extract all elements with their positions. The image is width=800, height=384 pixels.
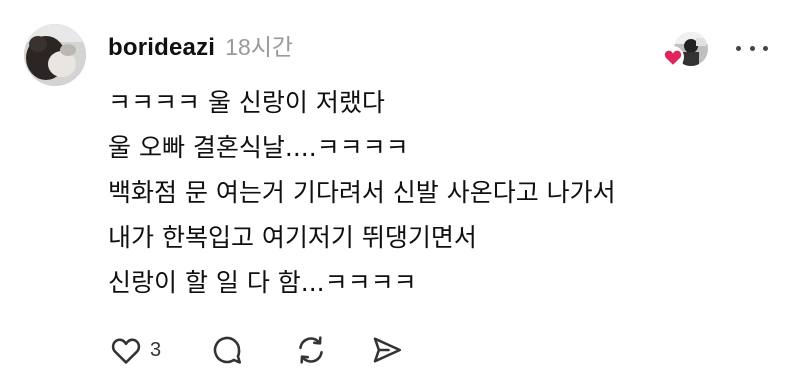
post-timestamp: 18시간	[225, 34, 294, 60]
post-header: borideazi 18시간	[108, 28, 293, 62]
post: borideazi 18시간 ㅋㅋㅋㅋ 울 신랑이 저랬다 울 오빠 결혼식날.…	[0, 0, 800, 384]
repost-icon	[299, 336, 323, 364]
like-button[interactable]: 3	[108, 332, 161, 368]
heart-filled-icon	[662, 46, 684, 68]
comment-button[interactable]	[209, 332, 245, 368]
author-avatar[interactable]	[24, 24, 86, 86]
like-count: 3	[150, 338, 162, 361]
more-options-button[interactable]	[736, 36, 768, 60]
send-icon	[373, 337, 402, 363]
author-username[interactable]: borideazi	[108, 34, 215, 62]
post-text-line: 백화점 문 여는거 기다려서 신발 사온다고 나가서	[108, 178, 616, 207]
post-text-line: 울 오빠 결혼식날....ㅋㅋㅋㅋ	[108, 133, 409, 162]
post-text-line: ㅋㅋㅋㅋ 울 신랑이 저랬다	[108, 88, 385, 117]
author-avatar-image	[24, 24, 86, 86]
share-button[interactable]	[369, 332, 405, 368]
post-text-line: 내가 한복입고 여기저기 뛰댕기면서	[108, 223, 477, 252]
heart-outline-icon	[111, 338, 141, 364]
action-bar: 3	[108, 330, 405, 370]
comment-bubble-icon	[213, 336, 242, 364]
repost-button[interactable]	[293, 332, 329, 368]
post-body: ㅋㅋㅋㅋ 울 신랑이 저랬다 울 오빠 결혼식날....ㅋㅋㅋㅋ 백화점 문 여…	[108, 80, 768, 305]
liked-by-indicator[interactable]	[662, 30, 710, 72]
more-dots-icon	[736, 45, 741, 51]
post-text-line: 신랑이 할 일 다 함...ㅋㅋㅋㅋ	[108, 268, 417, 297]
